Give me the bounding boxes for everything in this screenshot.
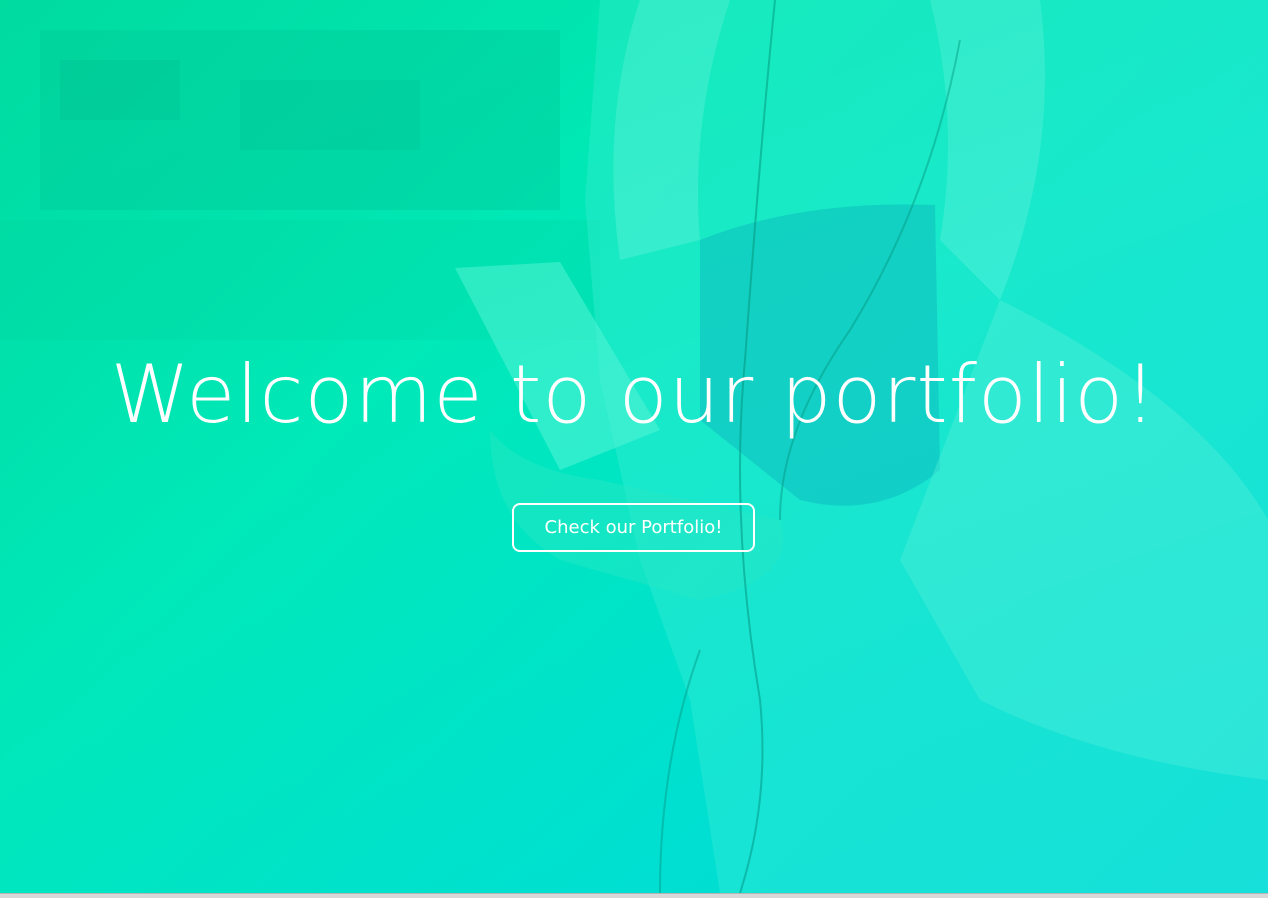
check-portfolio-button[interactable]: Check our Portfolio!	[512, 503, 755, 552]
hero-section: Welcome to our portfolio! Check our Port…	[0, 0, 1268, 893]
window-bottom-edge	[0, 893, 1268, 898]
hero-content: Welcome to our portfolio! Check our Port…	[0, 0, 1268, 893]
hero-title: Welcome to our portfolio!	[110, 348, 1158, 441]
